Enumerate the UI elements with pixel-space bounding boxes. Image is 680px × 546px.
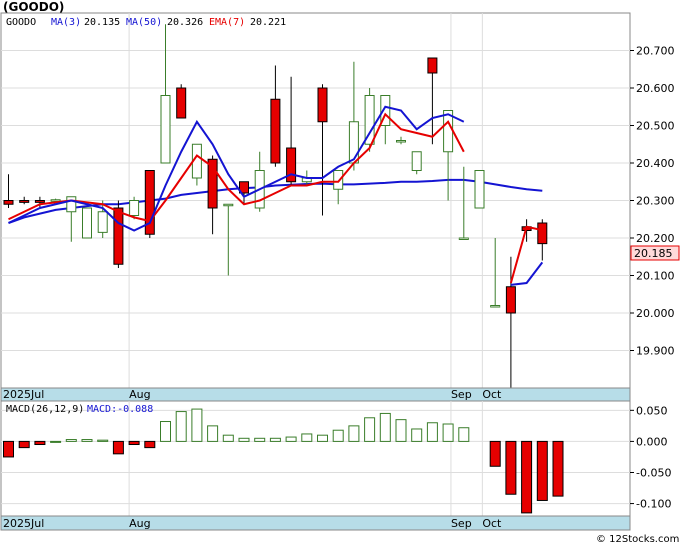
- macd-bar: [207, 425, 219, 442]
- macd-bar: [65, 439, 77, 442]
- candle-body: [113, 207, 124, 265]
- candle-body: [176, 87, 187, 119]
- candle-body: [537, 222, 548, 245]
- macd-bar: [222, 434, 234, 442]
- macd-legend-label: MACD(26,12,9): [6, 404, 84, 415]
- macd-bar: [348, 425, 360, 442]
- candle-body: [66, 196, 77, 213]
- price-tick-label: 20.600: [636, 82, 675, 95]
- candle-body: [270, 98, 281, 164]
- macd-bar: [18, 440, 30, 449]
- macd-bar: [521, 440, 533, 514]
- macd-bar: [536, 440, 548, 501]
- price-y-axis: 19.900 20.000 20.100 20.200 20.300 20.400 20.5…: [630, 45, 675, 358]
- macd-bar: [128, 440, 140, 446]
- macd-tick-label: 0.050: [636, 404, 668, 417]
- macd-bar: [269, 437, 281, 442]
- price-tick-label: 20.000: [636, 307, 675, 320]
- price-x-tick-label: Aug: [129, 388, 150, 401]
- candle-body: [3, 200, 14, 205]
- macd-bar: [3, 440, 14, 458]
- candle-body: [97, 211, 108, 233]
- stock-chart: 19.900 20.000 20.100 20.200 20.300 20.400 20.5…: [0, 0, 680, 545]
- macd-x-tick-label: Aug: [129, 517, 150, 530]
- macd-bar: [191, 408, 203, 442]
- macd-bar: [552, 440, 564, 497]
- macd-bar: [458, 427, 470, 442]
- price-tick-label: 20.500: [636, 120, 675, 133]
- price-x-tick-label: Oct: [482, 388, 502, 401]
- price-x-tick-label: 2025Jul: [3, 388, 44, 401]
- candle-body: [333, 170, 344, 190]
- price-tick-label: 20.100: [636, 270, 675, 283]
- candle-body: [411, 151, 422, 171]
- price-tick-label: 20.200: [636, 232, 675, 245]
- macd-tick-label: 0.000: [636, 435, 668, 448]
- macd-legend-value: MACD:-0.088: [87, 404, 153, 415]
- macd-bar: [112, 440, 124, 455]
- legend-ma3: MA(3): [51, 17, 81, 28]
- candle-body: [317, 87, 328, 123]
- price-x-axis-band: [0, 387, 631, 402]
- candle-body: [223, 203, 234, 207]
- macd-panel: [0, 400, 631, 531]
- candle-body: [474, 170, 485, 209]
- macd-bar: [160, 421, 171, 442]
- macd-x-tick-label: Oct: [482, 517, 502, 530]
- candle-body: [82, 207, 92, 239]
- macd-x-tick-label: Sep: [451, 517, 472, 530]
- macd-bar: [175, 411, 187, 442]
- price-x-tick-label: Sep: [451, 388, 472, 401]
- macd-bar: [144, 440, 156, 449]
- last-price-tag: 20.185: [630, 245, 680, 261]
- candle-body: [458, 237, 469, 240]
- chart-title: (GOODO): [3, 0, 64, 14]
- price-tick-label: 20.400: [636, 157, 675, 170]
- macd-bar: [442, 423, 454, 442]
- legend-ema7: EMA(7): [209, 17, 245, 28]
- price-tick-label: 20.300: [636, 195, 675, 208]
- macd-tick-label: -0.100: [636, 498, 671, 511]
- legend-ma50: MA(50): [126, 17, 162, 28]
- macd-bar: [34, 440, 46, 446]
- macd-bar: [505, 440, 517, 495]
- macd-legend: MACD(26,12,9) MACD:-0.088: [6, 404, 153, 415]
- watermark: © 12Stocks.com: [596, 534, 679, 545]
- price-tick-label: 20.700: [636, 45, 675, 58]
- macd-bar: [238, 437, 250, 442]
- last-price-value: 20.185: [634, 247, 673, 260]
- candle-body: [129, 200, 140, 216]
- legend-ma50-value: 20.326: [167, 17, 203, 28]
- macd-bar: [364, 417, 376, 442]
- macd-bar: [332, 429, 344, 442]
- macd-bar: [426, 422, 438, 442]
- candle-body: [505, 286, 516, 314]
- price-tick-label: 19.900: [636, 345, 675, 358]
- macd-bar: [81, 439, 93, 442]
- candle-body: [348, 121, 359, 164]
- macd-bar: [50, 440, 62, 443]
- candle-body: [490, 305, 501, 308]
- macd-bar: [411, 428, 423, 442]
- legend-symbol: GOODO: [6, 17, 36, 28]
- macd-bar: [489, 440, 501, 467]
- macd-bar: [285, 436, 297, 442]
- macd-bar: [395, 419, 407, 442]
- legend-ema7-value: 20.221: [250, 17, 286, 28]
- candle-body: [396, 140, 406, 143]
- macd-bar: [317, 434, 328, 442]
- macd-y-axis: 0.050 0.000 -0.050 -0.100: [630, 404, 671, 511]
- macd-bar: [301, 433, 313, 442]
- candle-body: [160, 95, 171, 164]
- macd-x-axis-band: [0, 515, 631, 531]
- macd-bar: [254, 437, 266, 442]
- candle-body: [34, 200, 45, 203]
- macd-bar: [379, 412, 391, 442]
- legend-ma3-value: 20.135: [84, 17, 120, 28]
- candle-body: [19, 200, 30, 203]
- macd-tick-label: -0.050: [636, 466, 671, 479]
- macd-bar: [97, 439, 109, 442]
- candle-body: [427, 57, 438, 74]
- macd-x-tick-label: 2025Jul: [3, 517, 44, 530]
